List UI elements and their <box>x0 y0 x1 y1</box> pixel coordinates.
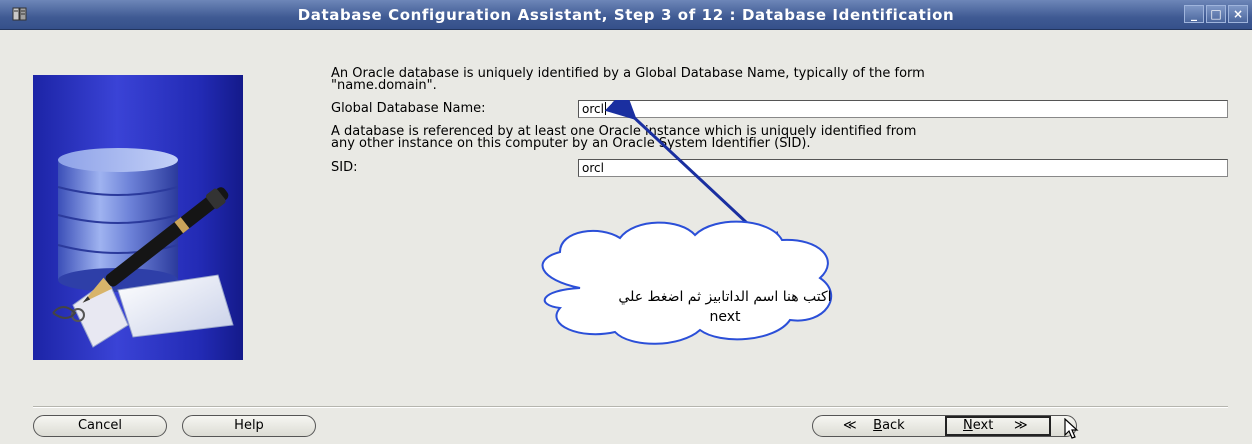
window-controls: _ □ × <box>1184 5 1248 23</box>
cancel-button[interactable]: Cancel <box>33 415 167 437</box>
callout-next-line: next <box>709 309 741 325</box>
intro-line-2: "name.domain". <box>331 78 437 93</box>
database-cylinder-with-pen-icon <box>52 148 234 348</box>
dbca-window: Database Configuration Assistant, Step 3… <box>0 0 1252 444</box>
footer-separator <box>33 406 1228 408</box>
mouse-pointer-icon <box>1064 418 1079 439</box>
back-button[interactable]: ≪ Back <box>843 416 905 436</box>
back-arrow-icon: ≪ <box>843 418 857 433</box>
close-button[interactable]: × <box>1228 5 1248 23</box>
callout-arabic-line: اكتب هنا اسم الداتابيز ثم اضغط علي <box>618 289 832 305</box>
minimize-button[interactable]: _ <box>1184 5 1204 23</box>
intro-line-1: An Oracle database is uniquely identifie… <box>331 66 925 81</box>
back-mnemonic: B <box>873 418 883 433</box>
maximize-button[interactable]: □ <box>1206 5 1226 23</box>
title-bar[interactable]: Database Configuration Assistant, Step 3… <box>0 0 1252 30</box>
help-button[interactable]: Help <box>182 415 316 437</box>
callout-text: اكتب هنا اسم الداتابيز ثم اضغط علي next <box>610 287 840 327</box>
side-illustration-panel <box>33 75 243 360</box>
intro-text: An Oracle database is uniquely identifie… <box>331 66 1231 93</box>
back-label: ack <box>882 418 905 433</box>
next-button-focus-ring <box>945 416 1051 436</box>
sid-label: SID: <box>331 160 358 175</box>
global-db-name-label: Global Database Name: <box>331 101 486 116</box>
window-title: Database Configuration Assistant, Step 3… <box>297 6 955 24</box>
